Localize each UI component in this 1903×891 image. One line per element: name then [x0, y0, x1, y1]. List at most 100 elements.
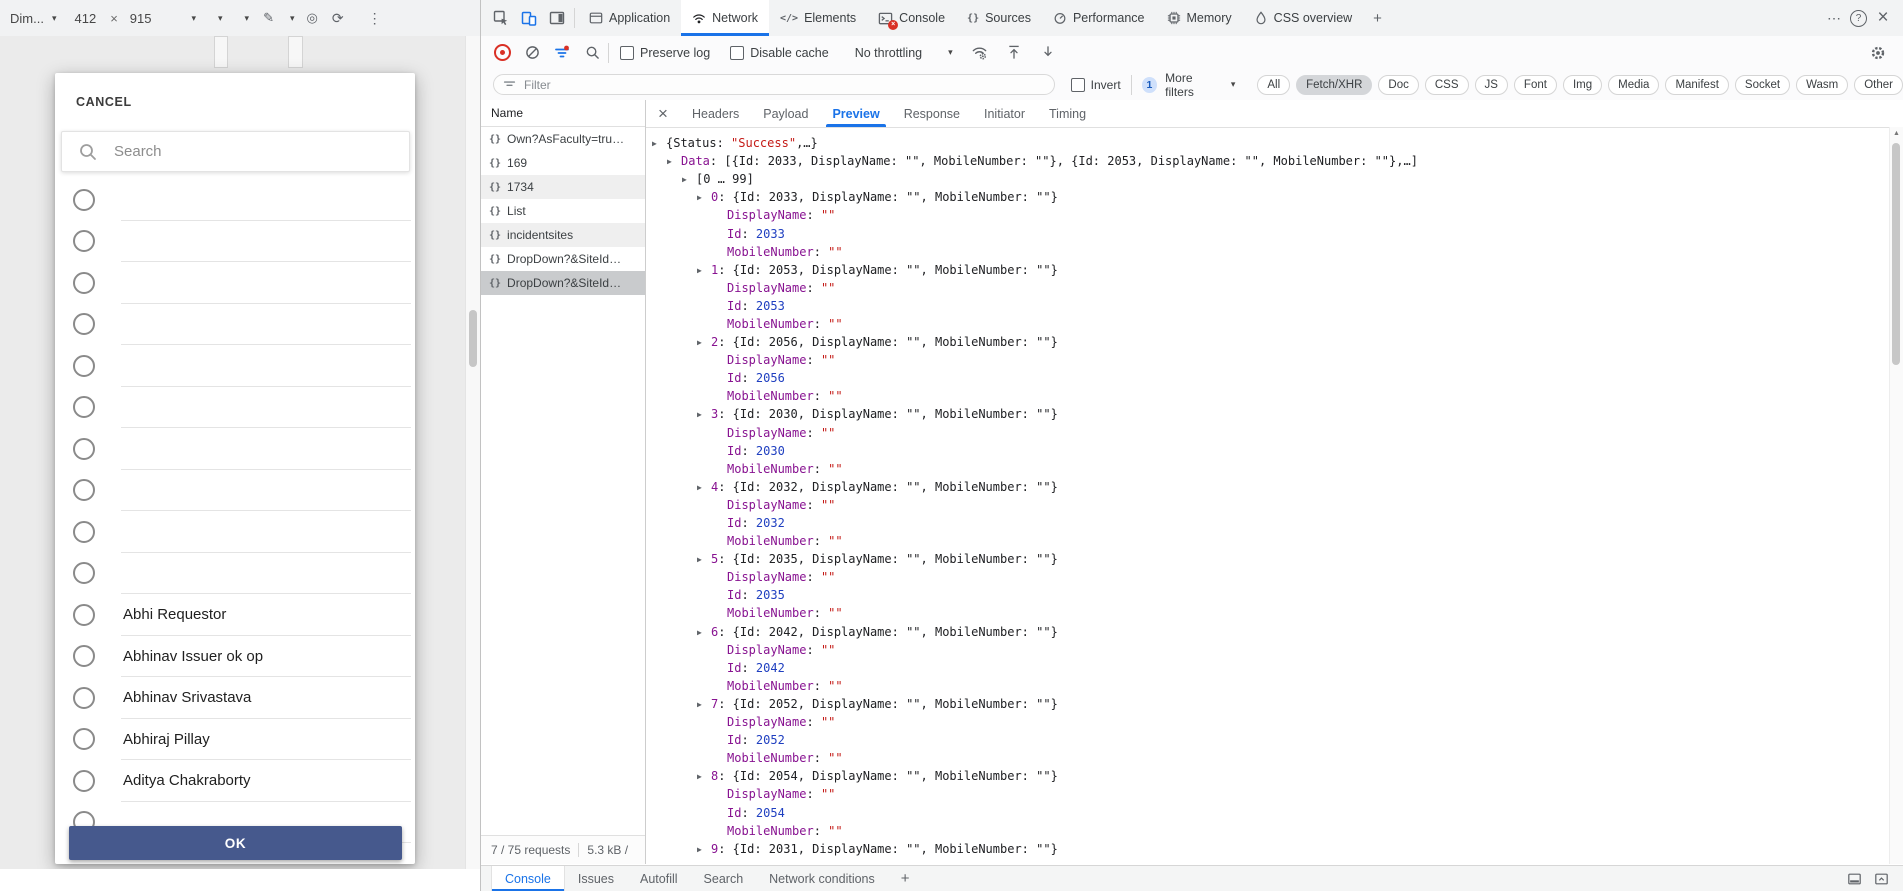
expand-arrow-icon[interactable] — [713, 541, 727, 542]
tab-memory[interactable]: Memory — [1156, 0, 1243, 36]
radio-button[interactable] — [73, 521, 95, 543]
filter-pill[interactable]: Media — [1608, 75, 1659, 95]
radio-button[interactable] — [73, 562, 95, 584]
tree-line[interactable]: ▶ 9: {Id: 2031, DisplayName: "", MobileN… — [646, 840, 1890, 858]
dock-side-icon[interactable] — [543, 0, 571, 36]
add-drawer-tab-button[interactable]: + — [888, 866, 923, 891]
close-devtools-icon[interactable]: × — [1871, 7, 1895, 29]
expand-arrow-icon[interactable] — [713, 667, 727, 668]
expand-arrow-icon[interactable] — [713, 794, 727, 795]
expand-arrow-icon[interactable]: ▶ — [667, 156, 681, 166]
stylus-icon[interactable]: ✎ — [263, 10, 274, 26]
more-options-icon[interactable]: ⋯ — [1822, 10, 1846, 27]
tree-line[interactable]: Id: 2033 — [646, 224, 1890, 242]
tree-line[interactable]: ▶ [0 … 99] — [646, 170, 1890, 188]
list-item[interactable]: Abhinav Issuer ok op — [55, 636, 415, 678]
filter-pill[interactable]: CSS — [1425, 75, 1469, 95]
clear-network-log-button[interactable] — [519, 40, 545, 66]
tab-initiator[interactable]: Initiator — [972, 100, 1037, 127]
tree-line[interactable]: ▶ 5: {Id: 2035, DisplayName: "", MobileN… — [646, 550, 1890, 568]
tab-network[interactable]: Network — [681, 0, 769, 36]
request-row[interactable]: {} List — [481, 199, 645, 223]
expand-arrow-icon[interactable]: ▶ — [697, 265, 711, 275]
expand-arrow-icon[interactable] — [713, 215, 727, 216]
tab-css-overview[interactable]: CSS overview — [1243, 0, 1364, 36]
expand-arrow-icon[interactable] — [713, 432, 727, 433]
expand-arrow-icon[interactable]: ▶ — [697, 337, 711, 347]
chevron-down-icon[interactable]: ▾ — [1231, 79, 1236, 90]
more-filters-button[interactable]: More filters — [1165, 71, 1223, 99]
tree-line[interactable]: Id: 2042 — [646, 659, 1890, 677]
filter-pill[interactable]: Socket — [1735, 75, 1790, 95]
expand-panel-icon[interactable] — [1874, 872, 1889, 886]
tab-elements[interactable]: </> Elements — [769, 0, 867, 36]
list-item[interactable] — [55, 428, 415, 470]
preview-scrollbar[interactable]: ▲ — [1889, 127, 1903, 864]
expand-arrow-icon[interactable] — [713, 450, 727, 451]
tree-line[interactable]: Id: 2035 — [646, 586, 1890, 604]
ok-button[interactable]: OK — [69, 826, 402, 860]
list-item[interactable] — [55, 511, 415, 553]
expand-arrow-icon[interactable] — [713, 722, 727, 723]
radio-button[interactable] — [73, 189, 95, 211]
expand-arrow-icon[interactable] — [713, 396, 727, 397]
expand-arrow-icon[interactable]: ▶ — [652, 138, 666, 148]
disable-cache-toggle[interactable]: Disable cache — [730, 46, 829, 60]
filter-pill[interactable]: JS — [1475, 75, 1508, 95]
expand-arrow-icon[interactable] — [713, 233, 727, 234]
search-network-button[interactable] — [579, 40, 605, 66]
tab-sources[interactable]: {} Sources — [956, 0, 1042, 36]
radio-button[interactable] — [73, 645, 95, 667]
expand-arrow-icon[interactable]: ▶ — [682, 174, 696, 184]
network-settings-button[interactable] — [1865, 40, 1891, 66]
list-item[interactable]: Aditya Chakraborty — [55, 760, 415, 802]
tree-line[interactable]: MobileNumber: "" — [646, 822, 1890, 840]
filter-pill[interactable]: Other — [1854, 75, 1903, 95]
expand-arrow-icon[interactable] — [713, 649, 727, 650]
tree-line[interactable]: DisplayName: "" — [646, 641, 1890, 659]
filter-toggle-button[interactable] — [549, 40, 575, 66]
tab-payload[interactable]: Payload — [751, 100, 820, 127]
search-box[interactable] — [61, 131, 410, 172]
expand-arrow-icon[interactable]: ▶ — [697, 844, 711, 854]
expand-arrow-icon[interactable]: ▶ — [697, 627, 711, 637]
tree-line[interactable]: ▶ 7: {Id: 2052, DisplayName: "", MobileN… — [646, 695, 1890, 713]
tree-line[interactable]: MobileNumber: "" — [646, 532, 1890, 550]
list-item[interactable] — [55, 179, 415, 221]
drawer-tab-console[interactable]: Console — [491, 866, 565, 891]
request-row[interactable]: {} DropDown?&SiteId… — [481, 247, 645, 271]
media-query-segment[interactable] — [288, 36, 303, 68]
expand-arrow-icon[interactable] — [713, 740, 727, 741]
throttling-select[interactable]: No throttling — [855, 46, 922, 60]
drawer-tab-search[interactable]: Search — [691, 866, 757, 891]
list-item[interactable] — [55, 387, 415, 429]
radio-button[interactable] — [73, 313, 95, 335]
cancel-button[interactable]: CANCEL — [76, 95, 132, 109]
tree-line[interactable]: DisplayName: "" — [646, 206, 1890, 224]
request-row[interactable]: {} 169 — [481, 151, 645, 175]
chevron-down-icon[interactable]: ▾ — [948, 47, 953, 58]
filter-pill[interactable]: Wasm — [1796, 75, 1848, 95]
device-dimensions-select[interactable]: Dim... — [10, 11, 44, 26]
expand-arrow-icon[interactable] — [713, 595, 727, 596]
filter-pill[interactable]: Doc — [1378, 75, 1418, 95]
expand-arrow-icon[interactable] — [713, 577, 727, 578]
expand-arrow-icon[interactable] — [713, 613, 727, 614]
rotate-select-icon[interactable]: ▾ — [218, 13, 223, 24]
tree-line[interactable]: MobileNumber: "" — [646, 243, 1890, 261]
radio-button[interactable] — [73, 396, 95, 418]
tree-line[interactable]: ▶ 6: {Id: 2042, DisplayName: "", MobileN… — [646, 623, 1890, 641]
page-scrollbar[interactable] — [465, 36, 480, 869]
list-item[interactable] — [55, 221, 415, 263]
rotate-device-icon[interactable]: ⟳ — [332, 10, 344, 27]
tree-line[interactable]: Id: 2052 — [646, 731, 1890, 749]
list-item[interactable] — [55, 304, 415, 346]
radio-button[interactable] — [73, 230, 95, 252]
expand-arrow-icon[interactable] — [713, 812, 727, 813]
expand-arrow-icon[interactable]: ▶ — [697, 409, 711, 419]
filter-pill[interactable]: All — [1257, 75, 1290, 95]
tree-line[interactable]: ▶ {Status: "Success",…} — [646, 134, 1890, 152]
tab-preview[interactable]: Preview — [820, 100, 891, 127]
tree-line[interactable]: MobileNumber: "" — [646, 315, 1890, 333]
tree-line[interactable]: MobileNumber: "" — [646, 677, 1890, 695]
